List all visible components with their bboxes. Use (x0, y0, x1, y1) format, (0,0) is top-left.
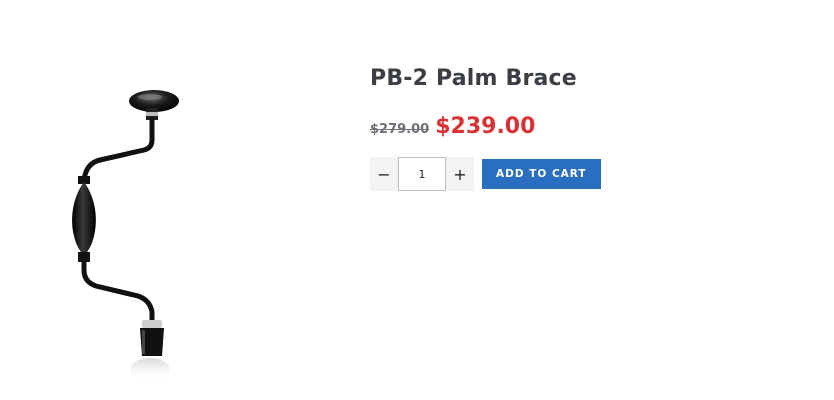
add-to-cart-button[interactable]: ADD TO CART (482, 159, 601, 189)
quantity-increment-button[interactable]: + (446, 157, 474, 191)
quantity-stepper: − + (370, 157, 474, 191)
product-info: PB-2 Palm Brace $279.00 $239.00 − + ADD … (370, 60, 810, 191)
product-title: PB-2 Palm Brace (370, 66, 577, 91)
palm-brace-drill-image (72, 90, 179, 382)
quantity-decrement-button[interactable]: − (370, 157, 398, 191)
price-row: $279.00 $239.00 (370, 114, 810, 139)
sale-price: $239.00 (435, 114, 536, 139)
product-page: PB-2 Palm Brace $279.00 $239.00 − + ADD … (0, 0, 834, 400)
original-price: $279.00 (370, 122, 430, 137)
product-image[interactable] (0, 30, 298, 392)
quantity-input[interactable] (398, 157, 446, 191)
cart-row: − + ADD TO CART (370, 157, 810, 191)
